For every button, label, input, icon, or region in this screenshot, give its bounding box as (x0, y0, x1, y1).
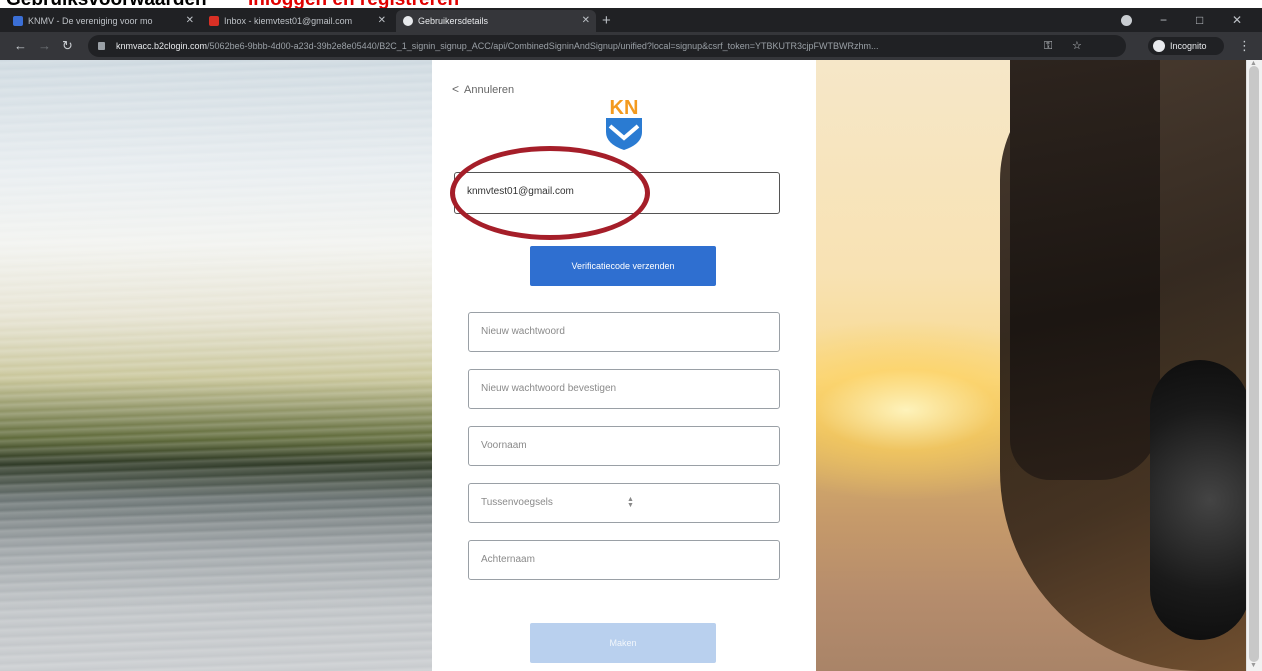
create-button[interactable]: Maken (530, 623, 716, 663)
tab-gebruikersdetails[interactable]: Gebruikersdetails ✕ (396, 10, 596, 32)
chevron-left-icon: < (452, 82, 460, 96)
knmv-logo: KN (606, 97, 642, 150)
new-tab-plus-icon[interactable]: + (602, 11, 611, 31)
knmv-favicon-icon (13, 16, 23, 26)
globe-favicon-icon (403, 16, 413, 26)
lock-icon (98, 42, 105, 50)
address-bar[interactable]: knmvacc.b2clogin.com/5062be6-9bbb-4d00-a… (88, 35, 1126, 57)
incognito-badge[interactable]: Incognito (1148, 37, 1224, 55)
new-password-field[interactable]: Nieuw wachtwoord (468, 312, 780, 352)
reload-icon[interactable]: ↻ (62, 36, 73, 56)
cancel-link[interactable]: < Annuleren (452, 82, 514, 97)
profile-dot-icon[interactable] (1121, 15, 1132, 26)
back-arrow-icon[interactable]: ← (14, 36, 27, 56)
signup-panel: < Annuleren KN knmvtest01@gmail.com Verif… (432, 60, 816, 671)
screenshot-root: Gebruiksvoorwaarden Inloggen en registre… (0, 0, 1262, 671)
logo-letters: KN (610, 97, 639, 119)
confirm-password-field[interactable]: Nieuw wachtwoord bevestigen (468, 369, 780, 409)
infix-placeholder: Tussenvoegsels (481, 497, 553, 508)
tab-gmail[interactable]: Inbox - kiemvtest01@gmail.com ✕ (202, 10, 392, 32)
scroll-down-arrow-icon[interactable]: ▼ (1250, 662, 1257, 669)
browser-menu-icon[interactable]: ⋮ (1238, 36, 1251, 56)
tab-title: KNMV - De vereniging voor mo (28, 16, 153, 26)
url-text: knmvacc.b2clogin.com/5062be6-9bbb-4d00-a… (116, 35, 976, 57)
key-icon[interactable]: ⚿ (1044, 37, 1052, 55)
gmail-favicon-icon (209, 16, 219, 26)
incognito-icon (1153, 40, 1165, 52)
annotation-ring (450, 146, 650, 240)
wheel-image (1150, 360, 1250, 640)
close-icon[interactable]: ✕ (582, 10, 590, 32)
forward-arrow-icon[interactable]: → (38, 36, 51, 56)
rider-image (1010, 60, 1160, 480)
last-name-field[interactable]: Achternaam (468, 540, 780, 580)
tab-title: Gebruikersdetails (418, 16, 489, 26)
browser-toolbar: ← → ↻ knmvacc.b2clogin.com/5062be6-9bbb-… (0, 32, 1262, 60)
close-icon[interactable]: ✕ (186, 10, 194, 32)
scroll-up-arrow-icon[interactable]: ▲ (1250, 60, 1257, 67)
window-close-icon[interactable]: ✕ (1232, 10, 1242, 30)
browser-tabstrip: KNMV - De vereniging voor mo ✕ Inbox - k… (0, 8, 1262, 32)
incognito-label: Incognito (1170, 41, 1207, 51)
first-name-field[interactable]: Voornaam (468, 426, 780, 466)
cancel-label: Annuleren (464, 84, 515, 96)
scrollbar-thumb[interactable] (1249, 66, 1259, 662)
url-path: /5062be6-9bbb-4d00-a23d-39b2e8e05440/B2C… (207, 41, 879, 51)
tab-knmv[interactable]: KNMV - De vereniging voor mo ✕ (6, 10, 200, 32)
spinner-arrows-icon[interactable]: ▲ ▼ (627, 496, 634, 509)
url-host: knmvacc.b2clogin.com (116, 41, 208, 51)
tab-title: Inbox - kiemvtest01@gmail.com (224, 16, 353, 26)
page-viewport: < Annuleren KN knmvtest01@gmail.com Verif… (0, 60, 1262, 671)
maximize-icon[interactable]: □ (1196, 10, 1203, 30)
infix-field[interactable]: Tussenvoegsels ▲ ▼ (468, 483, 780, 523)
background-road-image (0, 60, 432, 671)
send-verification-code-button[interactable]: Verificatiecode verzenden (530, 246, 716, 286)
star-icon[interactable]: ☆ (1072, 37, 1082, 55)
close-icon[interactable]: ✕ (378, 10, 386, 32)
minimize-icon[interactable]: − (1160, 10, 1167, 30)
